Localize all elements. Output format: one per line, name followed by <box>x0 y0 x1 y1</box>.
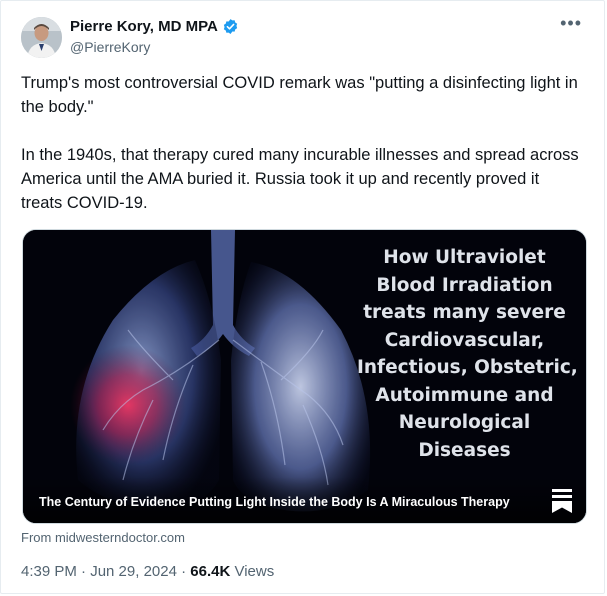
author-handle[interactable]: @PierreKory <box>70 39 150 55</box>
tweet-paragraph-1: Trump's most controversial COVID remark … <box>21 74 578 116</box>
more-options-icon[interactable]: ••• <box>560 13 582 34</box>
card-caption[interactable]: The Century of Evidence Putting Light In… <box>39 495 510 509</box>
link-card-media[interactable]: How Ultraviolet Blood Irradiation treats… <box>22 229 587 524</box>
avatar[interactable] <box>21 17 62 58</box>
tweet-meta: 4:39 PM · Jun 29, 2024 · 66.4K Views <box>21 563 274 580</box>
tweet-paragraph-2: In the 1940s, that therapy cured many in… <box>21 146 579 212</box>
card-source[interactable]: From midwesterndoctor.com <box>21 530 185 545</box>
overlay-line: Autoimmune and <box>375 384 554 406</box>
verified-badge-icon <box>222 18 239 35</box>
overlay-line: Neurological <box>398 412 531 433</box>
overlay-line: treats many severe <box>363 302 566 323</box>
author-name[interactable]: Pierre Kory, MD MPA <box>70 18 218 35</box>
timestamp[interactable]: 4:39 PM · Jun 29, 2024 · <box>21 563 190 580</box>
card-overlay-title: How Ultraviolet Blood Irradiation treats… <box>357 244 578 464</box>
tweet-text: Trump's most controversial COVID remark … <box>21 71 581 239</box>
overlay-line: How Ultraviolet <box>383 247 546 268</box>
views-count: 66.4K <box>190 563 231 580</box>
overlay-line: Diseases <box>418 439 511 461</box>
overlay-line: Blood Irradiation <box>376 274 553 296</box>
author-row[interactable]: Pierre Kory, MD MPA <box>70 18 239 35</box>
overlay-line: Infectious, Obstetric, <box>357 357 578 378</box>
substack-logo-icon <box>552 489 572 513</box>
tweet-card: Pierre Kory, MD MPA @PierreKory ••• Trum… <box>0 0 605 594</box>
overlay-line: Cardiovascular, <box>384 329 545 351</box>
views-label: Views <box>230 563 275 580</box>
